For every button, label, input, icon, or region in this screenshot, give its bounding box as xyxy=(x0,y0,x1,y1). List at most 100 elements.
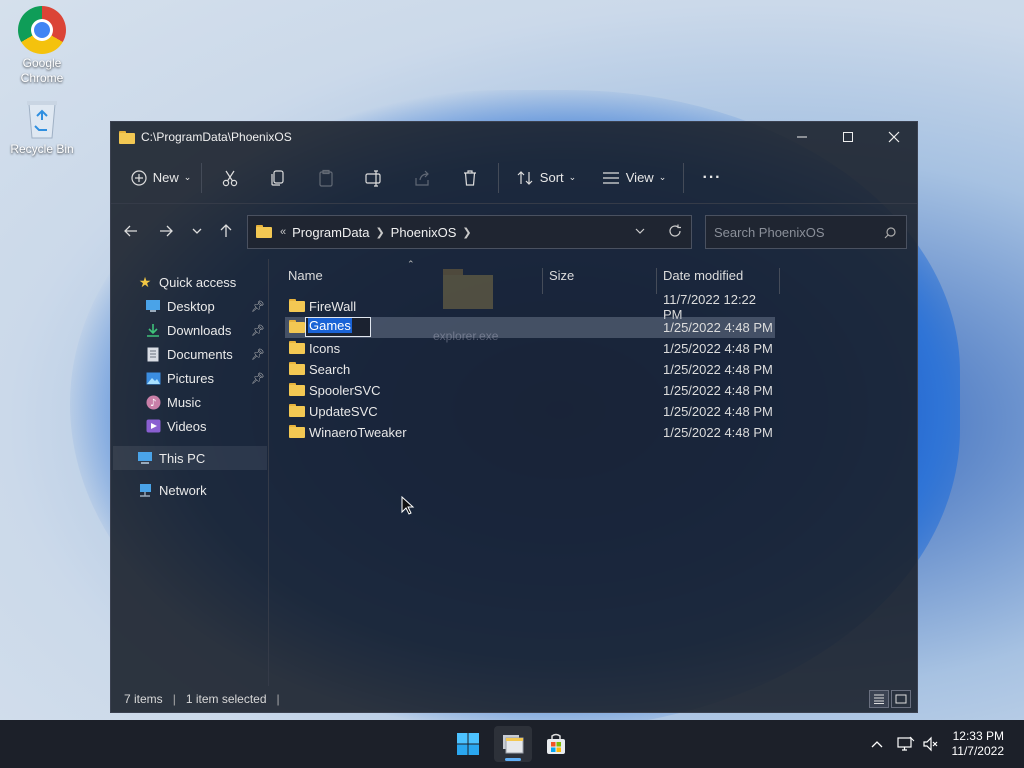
mouse-cursor-icon xyxy=(401,496,415,515)
delete-button[interactable] xyxy=(446,161,494,195)
network-monitor-icon xyxy=(897,736,915,751)
show-hidden-icons-button[interactable] xyxy=(870,720,884,768)
more-options-button[interactable]: ··· xyxy=(688,161,736,195)
sidebar-item-label: This PC xyxy=(159,450,206,466)
table-row[interactable]: WinaeroTweaker 1/25/2022 4:48 PM xyxy=(285,422,775,443)
sort-button[interactable]: Sort ⌄ xyxy=(503,161,589,195)
column-divider[interactable] xyxy=(656,268,657,294)
minimize-button[interactable] xyxy=(779,122,825,152)
up-button[interactable] xyxy=(210,215,242,247)
file-explorer-icon xyxy=(503,735,524,754)
system-clock[interactable]: 12:33 PM 11/7/2022 xyxy=(952,729,1005,759)
table-row[interactable]: UpdateSVC 1/25/2022 4:48 PM xyxy=(285,401,775,422)
pin-icon[interactable]: 📌︎ xyxy=(251,348,265,361)
chevron-right-icon[interactable]: ❯ xyxy=(375,226,384,239)
sidebar-item-downloads[interactable]: Downloads 📌︎ xyxy=(145,318,265,342)
details-view-button[interactable] xyxy=(869,690,889,708)
cut-button[interactable] xyxy=(206,161,254,195)
navigation-pane: ★ Quick access Desktop 📌︎ Downloads 📌︎ D… xyxy=(111,259,269,686)
desktop-icon-label: Recycle Bin xyxy=(10,142,74,156)
search-input[interactable] xyxy=(714,224,879,240)
rename-text: Games xyxy=(308,318,352,333)
breadcrumb-programdata[interactable]: ProgramData xyxy=(292,225,369,240)
sidebar-item-videos[interactable]: Videos xyxy=(145,414,265,438)
sidebar-item-music[interactable]: ♪ Music xyxy=(145,390,265,414)
tiles-view-button[interactable] xyxy=(891,690,911,708)
rename-button[interactable] xyxy=(350,161,398,195)
breadcrumb-phoenixos[interactable]: PhoenixOS xyxy=(391,225,457,240)
close-button[interactable] xyxy=(871,122,917,152)
desktop-icon-chrome[interactable]: Google Chrome xyxy=(2,6,82,86)
desktop-icon xyxy=(145,298,161,314)
sidebar-item-label: Pictures xyxy=(167,370,214,386)
sidebar-item-label: Quick access xyxy=(159,274,237,290)
scissors-icon xyxy=(222,170,238,186)
item-count: 7 items xyxy=(124,692,163,706)
status-bar: 7 items | 1 item selected | xyxy=(111,686,917,712)
rename-field[interactable]: Games xyxy=(305,317,371,337)
clipboard-icon xyxy=(319,169,333,187)
network-status-button[interactable] xyxy=(897,720,915,768)
maximize-button[interactable] xyxy=(825,122,871,152)
desktop-icon-recycle-bin[interactable]: Recycle Bin xyxy=(2,96,82,157)
recent-locations-button[interactable] xyxy=(181,215,213,247)
sidebar-item-label: Music xyxy=(167,394,201,410)
share-button[interactable] xyxy=(398,161,446,195)
table-row[interactable]: Icons 1/25/2022 4:48 PM xyxy=(285,338,775,359)
sidebar-item-quick-access[interactable]: ★ Quick access xyxy=(137,270,267,294)
table-row[interactable]: SpoolerSVC 1/25/2022 4:48 PM xyxy=(285,380,775,401)
search-box[interactable] xyxy=(705,215,907,249)
taskbar-file-explorer[interactable] xyxy=(494,726,532,762)
address-dropdown-button[interactable] xyxy=(634,225,646,240)
column-header-size[interactable]: Size xyxy=(549,268,574,283)
copy-button[interactable] xyxy=(254,161,302,195)
table-row[interactable]: FireWall 11/7/2022 12:22 PM xyxy=(285,292,775,322)
chevron-down-icon xyxy=(635,228,645,234)
taskbar-microsoft-store[interactable] xyxy=(537,726,575,762)
new-button[interactable]: New ⌄ xyxy=(125,161,197,195)
sidebar-item-label: Desktop xyxy=(167,298,215,314)
drag-ghost-label: explorer.exe xyxy=(433,329,499,343)
navigation-row: « ProgramData ❯ PhoenixOS ❯ xyxy=(111,204,917,258)
chevron-down-icon xyxy=(192,228,202,234)
sidebar-item-this-pc[interactable]: This PC xyxy=(113,446,267,470)
table-row[interactable]: Search 1/25/2022 4:48 PM xyxy=(285,359,775,380)
column-divider[interactable] xyxy=(779,268,780,294)
sidebar-item-label: Network xyxy=(159,482,207,498)
folder-icon xyxy=(289,383,305,396)
recycle-bin-icon xyxy=(25,96,59,140)
file-date: 1/25/2022 4:48 PM xyxy=(663,320,773,335)
address-bar[interactable]: « ProgramData ❯ PhoenixOS ❯ xyxy=(247,215,692,249)
sidebar-item-network[interactable]: Network xyxy=(137,478,267,502)
windows-logo-icon xyxy=(457,733,479,755)
pin-icon[interactable]: 📌︎ xyxy=(251,300,265,313)
maximize-icon xyxy=(843,132,853,142)
overflow-crumb[interactable]: « xyxy=(280,226,286,238)
desktop-icon-label: Chrome xyxy=(20,71,64,85)
sidebar-item-pictures[interactable]: Pictures 📌︎ xyxy=(145,366,265,390)
forward-button[interactable] xyxy=(150,215,182,247)
column-header-name[interactable]: Name xyxy=(288,268,323,283)
volume-button[interactable] xyxy=(922,720,938,768)
column-header-date[interactable]: Date modified xyxy=(663,268,743,283)
folder-icon xyxy=(119,130,135,144)
folder-icon xyxy=(256,225,274,239)
pin-icon[interactable]: 📌︎ xyxy=(251,372,265,385)
column-divider[interactable] xyxy=(542,268,543,294)
table-row-selected[interactable]: Games 1/25/2022 4:48 PM xyxy=(285,317,775,338)
paste-button[interactable] xyxy=(302,161,350,195)
sidebar-item-documents[interactable]: Documents 📌︎ xyxy=(145,342,265,366)
start-button[interactable] xyxy=(449,726,487,762)
arrow-left-icon xyxy=(124,225,137,237)
sidebar-item-desktop[interactable]: Desktop 📌︎ xyxy=(145,294,265,318)
file-name: WinaeroTweaker xyxy=(309,425,407,440)
refresh-button[interactable] xyxy=(668,224,682,241)
file-date: 1/25/2022 4:48 PM xyxy=(663,341,773,356)
view-button[interactable]: View ⌄ xyxy=(589,161,679,195)
document-icon xyxy=(145,346,161,362)
back-button[interactable] xyxy=(115,215,147,247)
chevron-right-icon[interactable]: ❯ xyxy=(462,226,471,239)
refresh-icon xyxy=(669,224,681,237)
rename-icon xyxy=(365,169,381,187)
pin-icon[interactable]: 📌︎ xyxy=(251,324,265,337)
